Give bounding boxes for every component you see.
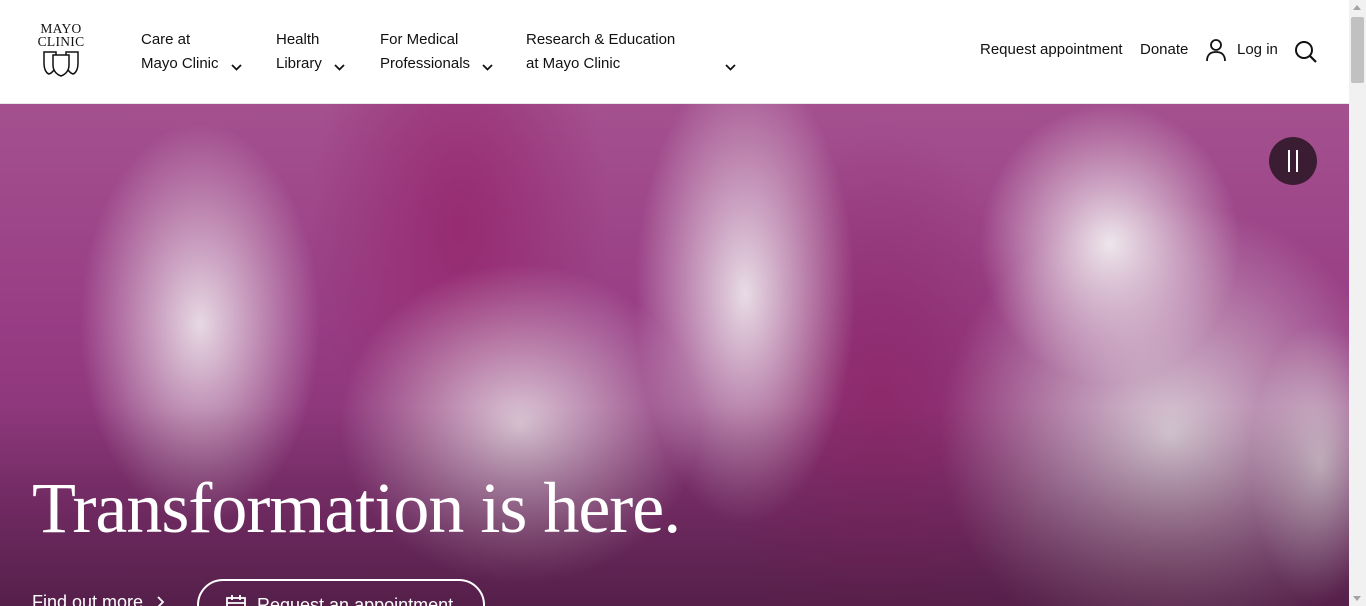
request-appointment-label: Request an appointment	[257, 594, 454, 606]
nav-label: Professionals	[380, 55, 471, 72]
request-appointment-button[interactable]: Request an appointment	[197, 579, 485, 606]
chevron-down-icon	[334, 64, 345, 71]
site-header: MAYO CLINIC Care at Mayo Clinic Health L…	[0, 0, 1349, 104]
chevron-right-icon	[157, 596, 165, 606]
scroll-up-arrow-icon[interactable]	[1353, 5, 1361, 10]
nav-label: Research & Education	[526, 31, 676, 48]
nav-label: Mayo Clinic	[141, 55, 219, 72]
nav-label: Health	[276, 31, 320, 48]
chevron-down-icon	[725, 64, 736, 71]
pause-icon[interactable]	[1269, 137, 1317, 185]
donate-link[interactable]: Donate	[1140, 40, 1188, 60]
user-icon[interactable]	[1205, 38, 1227, 67]
nav-health-library[interactable]: Health Library	[276, 28, 345, 76]
hero-headline: Transformation is here.	[32, 468, 681, 548]
find-out-more-link[interactable]: Find out more	[32, 590, 165, 606]
logo-wordmark: MAYO CLINIC	[37, 21, 85, 49]
request-appointment-link[interactable]: Request appointment	[980, 40, 1123, 60]
nav-label: Library	[276, 55, 322, 72]
hero-banner: Transformation is here. Find out more Re…	[0, 104, 1349, 606]
chevron-down-icon	[230, 64, 242, 71]
scroll-down-arrow-icon[interactable]	[1353, 596, 1361, 601]
calendar-icon	[226, 595, 246, 606]
nav-for-medical-professionals[interactable]: For Medical Professionals	[380, 28, 493, 76]
find-out-more-label: Find out more	[32, 592, 144, 606]
mayo-shield-icon	[43, 51, 79, 77]
nav-care-at-mayo-clinic[interactable]: Care at Mayo Clinic	[141, 28, 242, 76]
login-link[interactable]: Log in	[1237, 40, 1278, 60]
search-icon[interactable]	[1294, 40, 1318, 69]
nav-label: Care at	[141, 31, 191, 48]
mayo-clinic-logo[interactable]: MAYO CLINIC	[33, 22, 89, 82]
nav-research-education[interactable]: Research & Education at Mayo Clinic	[526, 28, 736, 76]
page-scrollbar[interactable]	[1349, 0, 1366, 606]
nav-label: at Mayo Clinic	[526, 55, 621, 72]
chevron-down-icon	[482, 64, 493, 71]
scroll-thumb[interactable]	[1351, 17, 1364, 83]
nav-label: For Medical	[380, 31, 459, 48]
